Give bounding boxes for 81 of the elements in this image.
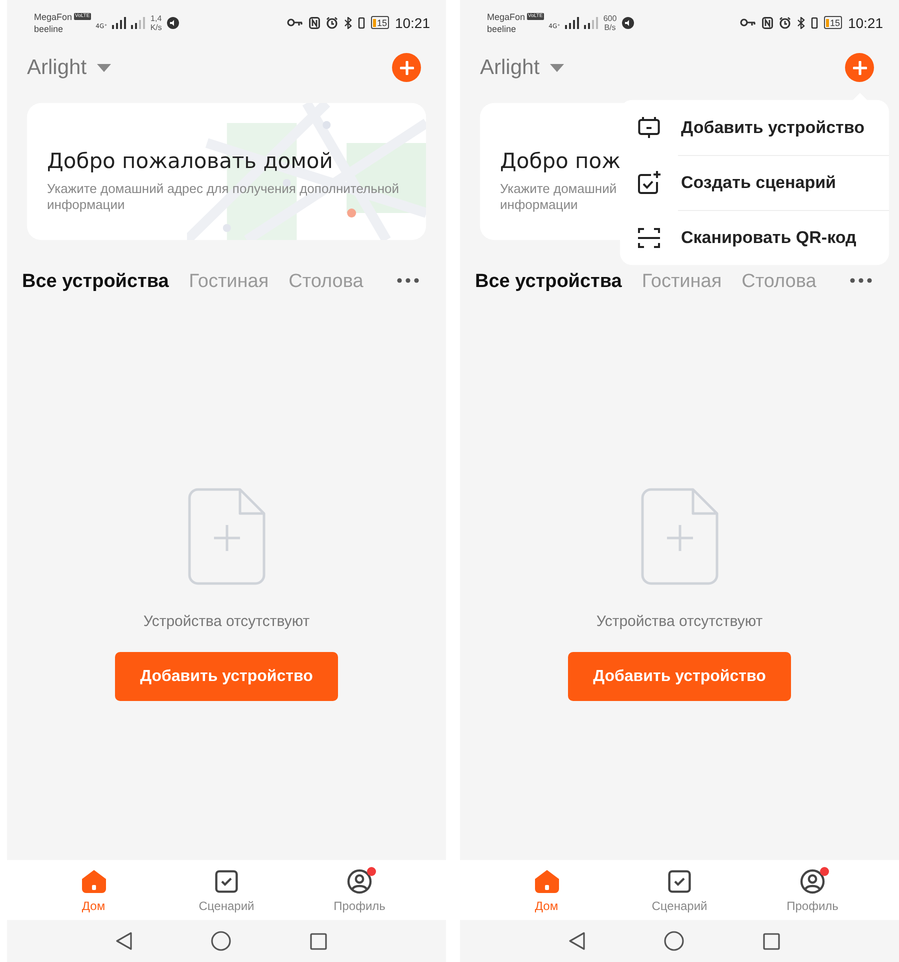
clock-time: 10:21 [394, 14, 430, 30]
welcome-title: Добро пож [500, 149, 621, 173]
empty-message: Устройства отсутствуют [596, 613, 763, 630]
room-tab[interactable]: Столова [288, 271, 364, 293]
nfc-icon [308, 16, 320, 28]
back-icon[interactable] [569, 932, 585, 950]
room-tab[interactable]: Все устройства [475, 271, 622, 293]
more-icon[interactable] [397, 278, 419, 283]
battery-icon: 15 [370, 16, 389, 29]
speed-value: 1,4 [150, 14, 162, 22]
room-tab[interactable]: Гостиная [642, 271, 722, 293]
add-device-button[interactable]: Добавить устройство [115, 652, 338, 701]
speed-unit: K/s [150, 22, 162, 32]
key-icon [740, 18, 756, 27]
menu-item[interactable]: Добавить устройство [681, 118, 864, 138]
menu-item[interactable]: Сканировать QR-код [681, 228, 856, 248]
checkbox-icon[interactable] [668, 870, 691, 893]
home-icon[interactable] [534, 870, 558, 893]
welcome-title: Добро пожаловать домой [47, 149, 333, 173]
speed-unit: B/s [604, 22, 616, 32]
caret-icon [96, 64, 111, 72]
nav-label[interactable]: Сценарий [198, 899, 254, 913]
alarm-icon [326, 16, 338, 28]
home-selector[interactable]: Arlight [27, 56, 111, 80]
checkbox-plus-icon [637, 170, 661, 194]
caret-icon [550, 64, 564, 72]
empty-message: Устройства отсутствуют [143, 613, 310, 630]
empty-document-icon [640, 488, 718, 585]
signal-icon [565, 16, 580, 28]
nav-label[interactable]: Дом [82, 899, 106, 913]
recents-icon[interactable] [763, 932, 780, 950]
battery-icon: 15 [824, 16, 842, 29]
room-tab[interactable]: Столова [742, 271, 816, 293]
home-circle-icon[interactable] [211, 931, 231, 951]
signal-icon [131, 16, 146, 28]
carrier-name: MegaFon [34, 10, 72, 22]
welcome-subtitle-line: Укажите домашний адрес для получения дополнительной [47, 181, 400, 197]
carrier-name: MegaFon [487, 10, 526, 22]
home-selector[interactable]: Arlight [480, 56, 564, 80]
carrier-name: beeline [487, 22, 518, 34]
menu-item[interactable]: Создать сценарий [681, 172, 836, 192]
room-tab[interactable]: Гостиная [188, 271, 269, 293]
recents-icon[interactable] [310, 932, 327, 950]
profile-icon[interactable] [347, 869, 372, 894]
plus-icon [852, 60, 866, 74]
nav-label[interactable]: Сценарий [652, 899, 708, 913]
home-icon[interactable] [82, 870, 106, 893]
checkbox-icon[interactable] [215, 870, 238, 893]
vibrate-icon [358, 16, 365, 28]
signal-icon [584, 16, 598, 28]
back-icon[interactable] [116, 932, 132, 950]
nfc-icon [762, 16, 773, 28]
welcome-subtitle-line: информации [47, 197, 125, 213]
bluetooth-icon [344, 16, 352, 28]
signal-icon [112, 16, 126, 28]
welcome-subtitle-line: Укажите домашний [500, 181, 617, 197]
nav-label[interactable]: Профиль [334, 899, 386, 913]
nav-label[interactable]: Профиль [786, 899, 838, 913]
plus-icon [400, 60, 414, 74]
room-tab[interactable]: Все устройства [22, 271, 169, 293]
speed-value: 600 [603, 14, 617, 22]
more-icon[interactable] [850, 278, 872, 283]
scan-icon [638, 226, 660, 248]
welcome-subtitle-line: информации [500, 197, 578, 213]
carrier-name: beeline [34, 22, 64, 34]
sound-icon [166, 16, 179, 28]
key-icon [286, 18, 303, 27]
bluetooth-icon [796, 16, 805, 28]
add-button[interactable] [392, 53, 421, 82]
empty-document-icon [188, 488, 266, 585]
nav-label[interactable]: Дом [534, 899, 558, 913]
welcome-card[interactable]: Добро пожаловать домой Укажите домашний адрес для получения дополнительной информации [27, 103, 426, 240]
device-icon [638, 116, 660, 138]
vibrate-icon [810, 16, 818, 28]
home-circle-icon[interactable] [664, 931, 684, 951]
clock-time: 10:21 [848, 14, 883, 30]
profile-icon[interactable] [800, 869, 825, 894]
add-button[interactable] [845, 53, 874, 82]
alarm-icon [778, 16, 791, 28]
sound-icon [622, 16, 634, 28]
add-device-button[interactable]: Добавить устройство [568, 652, 791, 701]
